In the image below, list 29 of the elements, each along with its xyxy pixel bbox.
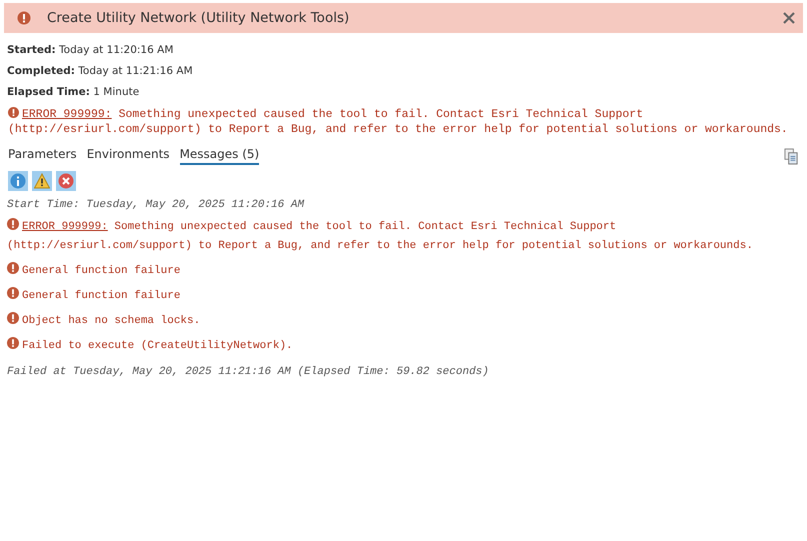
tab[interactable]: Parameters — [8, 147, 77, 165]
tab[interactable]: Messages (5) — [180, 147, 260, 165]
log-message: Start Time: Tuesday, May 20, 2025 11:20:16 AM — [7, 198, 306, 213]
error-message: Object has no schema locks. — [7, 312, 767, 331]
error-icon — [7, 312, 19, 324]
tab[interactable]: Environments — [86, 147, 170, 165]
error-filter-button[interactable] — [56, 171, 76, 191]
close-icon[interactable] — [783, 12, 795, 24]
log-message: Failed at Tuesday, May 20, 2025 11:21:16 AM (Elapsed Time: 59.82 seconds) — [7, 365, 490, 380]
error-icon — [7, 218, 19, 230]
error-code-link[interactable]: ERROR 999999: — [22, 221, 108, 233]
error-message: ERROR 999999: Something unexpected caused the tool to fail. Contact Esri Technical Support (http://esriurl.com/support) to Report a Bug, and refer to the error help for potential solutions or workarounds. — [7, 106, 789, 137]
summary-text: Completed: Today at 11:21:16 AM — [7, 64, 194, 79]
error-code-link[interactable]: ERROR 999999: — [22, 108, 112, 121]
error-message: General function failure — [7, 287, 767, 306]
window-title: Create Utility Network (Utility Network Tools) — [47, 10, 350, 26]
error-icon — [8, 107, 19, 118]
error-message: General function failure — [7, 262, 767, 281]
error-icon — [7, 262, 19, 274]
warning-filter-button[interactable] — [32, 171, 52, 191]
info-filter-button[interactable] — [8, 171, 28, 191]
error-icon — [7, 287, 19, 299]
error-icon — [17, 11, 31, 25]
summary-text: Started: Today at 11:20:16 AM — [7, 43, 174, 58]
error-message: Failed to execute (CreateUtilityNetwork). — [7, 337, 767, 356]
copy-icon[interactable] — [784, 148, 799, 164]
summary-text: Elapsed Time: 1 Minute — [7, 85, 140, 100]
error-message: ERROR 999999: Something unexpected caused the tool to fail. Contact Esri Technical Support (http://esriurl.com/support) to Report a Bug, and refer to the error help for potential solutions or workarounds. — [7, 218, 767, 256]
error-icon — [7, 337, 19, 349]
